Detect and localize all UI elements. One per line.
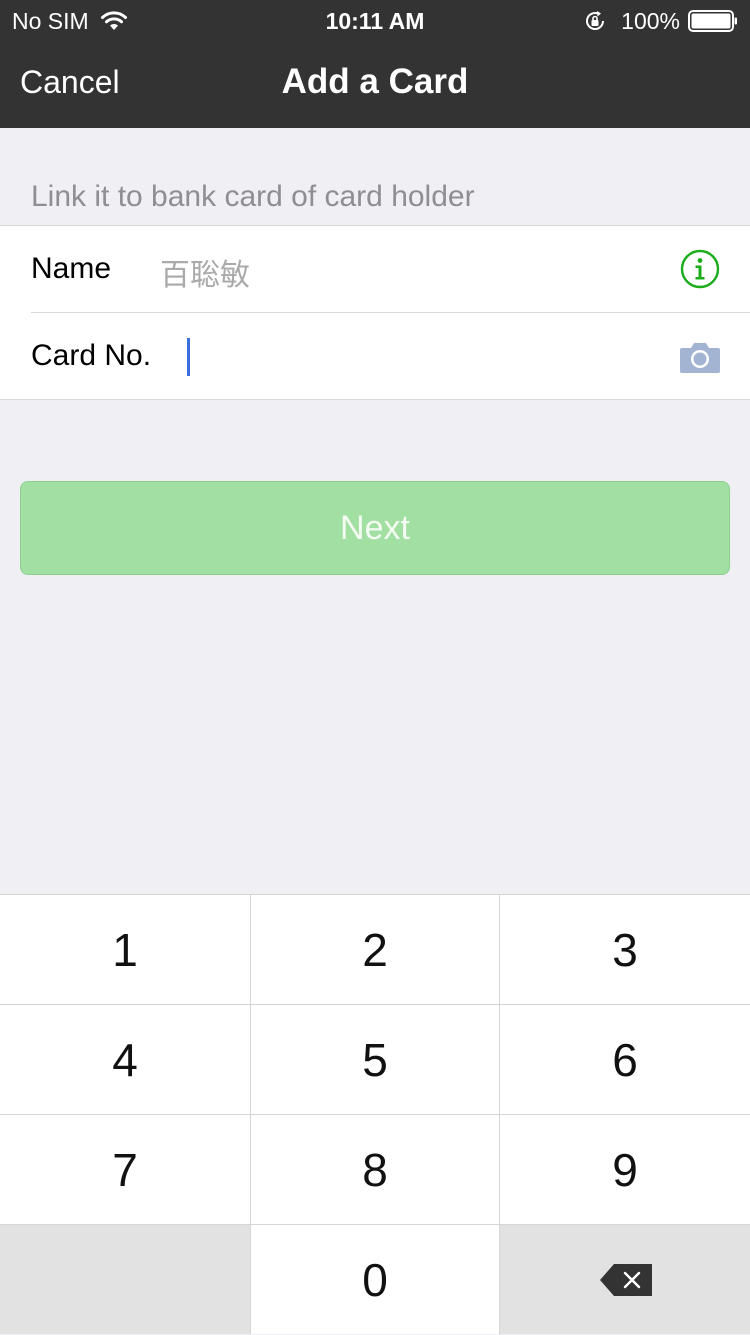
name-value: 百聡敏 [160, 258, 250, 293]
key-0[interactable]: 0 [251, 1225, 499, 1334]
card-number-row: Card No. [0, 313, 750, 400]
camera-icon[interactable] [679, 340, 721, 374]
orientation-lock-icon [586, 11, 605, 30]
card-number-input[interactable] [186, 337, 646, 377]
status-right: 100% [583, 6, 738, 36]
numeric-keypad: 1 2 3 4 5 6 7 8 9 0 [0, 894, 750, 1334]
status-bar: No SIM 10:11 AM 100% [0, 0, 750, 40]
key-7[interactable]: 7 [0, 1115, 250, 1224]
card-form: Name 百聡敏 Card No. [0, 225, 750, 400]
key-5[interactable]: 5 [251, 1005, 499, 1114]
key-4[interactable]: 4 [0, 1005, 250, 1114]
card-number-label: Card No. [31, 339, 152, 372]
key-6[interactable]: 6 [500, 1005, 750, 1114]
key-blank [0, 1225, 250, 1334]
text-caret [187, 338, 190, 376]
name-row: Name 百聡敏 [0, 226, 750, 313]
section-caption: Link it to bank card of card holder [31, 180, 475, 213]
backspace-icon [600, 1264, 652, 1296]
battery-percent: 100% [621, 7, 680, 34]
key-2[interactable]: 2 [251, 895, 499, 1004]
key-8[interactable]: 8 [251, 1115, 499, 1224]
delete-key[interactable] [500, 1225, 750, 1334]
page-title: Add a Card [281, 62, 469, 101]
info-icon[interactable] [680, 249, 720, 289]
key-1[interactable]: 1 [0, 895, 250, 1004]
name-label: Name [31, 252, 112, 285]
key-3[interactable]: 3 [500, 895, 750, 1004]
battery-icon [688, 10, 737, 32]
header: No SIM 10:11 AM 100% Cancel Add a Card [0, 0, 750, 128]
nav-bar: Cancel Add a Card [0, 40, 750, 128]
key-9[interactable]: 9 [500, 1115, 750, 1224]
next-button[interactable]: Next [20, 481, 730, 575]
